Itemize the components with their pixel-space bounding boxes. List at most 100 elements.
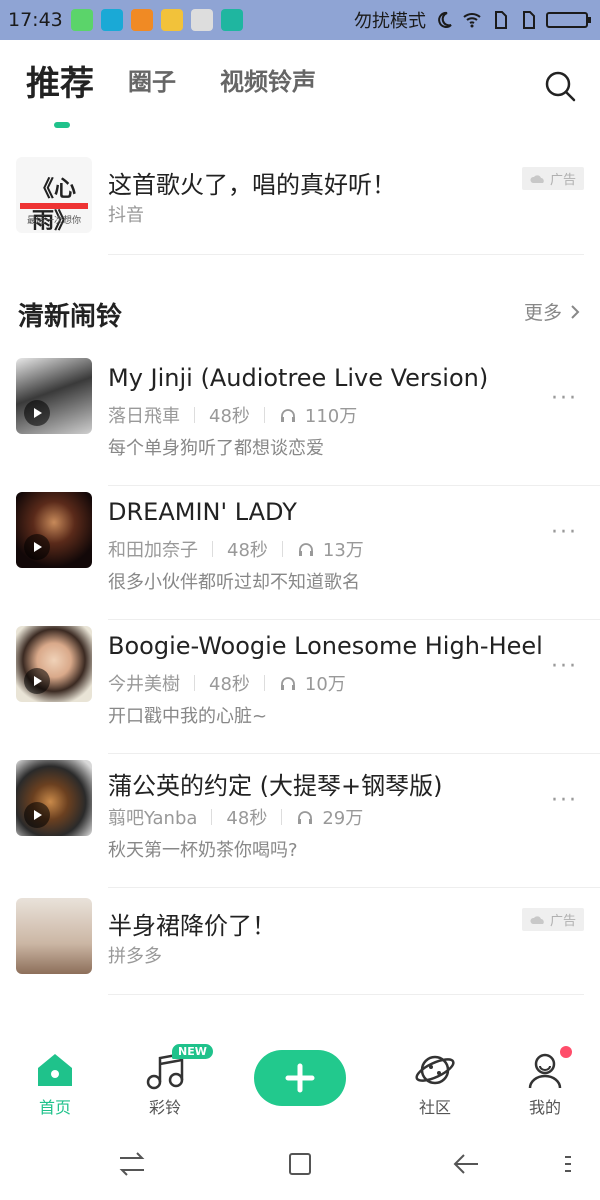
ad-source: 拼多多 bbox=[108, 946, 162, 967]
song-cover[interactable] bbox=[16, 492, 92, 568]
usb-icon bbox=[220, 9, 243, 31]
ad-thumbnail: 《心雨》 最后一次想你 bbox=[16, 157, 92, 233]
ad-thumb-stripe bbox=[20, 203, 88, 209]
play-icon[interactable] bbox=[24, 400, 50, 426]
nav-home[interactable]: 首页 bbox=[10, 1036, 100, 1118]
song-item[interactable]: DREAMIN' LADY 和田加奈子 48秒 13万 很多小伙伴都听过却不知道… bbox=[0, 486, 600, 620]
meta-separator bbox=[263, 675, 265, 691]
divider bbox=[108, 994, 584, 995]
nav-mine[interactable]: 我的 bbox=[500, 1036, 590, 1118]
play-icon[interactable] bbox=[24, 534, 50, 560]
warning-icon bbox=[130, 9, 153, 31]
dnd-mode-text: 勿扰模式 bbox=[354, 11, 426, 32]
ad-badge: 广告 bbox=[521, 908, 584, 931]
song-cover[interactable] bbox=[16, 626, 92, 702]
divider bbox=[108, 254, 584, 255]
ad-title: 这首歌火了，唱的真好听！ bbox=[108, 171, 396, 199]
song-description: 很多小伙伴都听过却不知道歌名 bbox=[108, 572, 360, 593]
system-nav-bar bbox=[0, 1128, 600, 1200]
meta-separator bbox=[194, 407, 195, 423]
play-icon[interactable] bbox=[24, 802, 50, 828]
sim2-icon bbox=[523, 11, 535, 29]
status-app-icons bbox=[70, 9, 243, 31]
more-label: 更多 bbox=[523, 302, 562, 324]
headphones-icon bbox=[298, 543, 313, 556]
song-title: 蒲公英的约定 (大提琴+钢琴版) bbox=[108, 772, 443, 800]
status-bar: 17:43 勿扰模式 bbox=[0, 0, 600, 40]
headphones-icon bbox=[280, 409, 295, 422]
song-artist: 翦吧Yanba bbox=[108, 808, 198, 829]
user-icon bbox=[528, 1053, 562, 1089]
song-title: DREAMIN' LADY bbox=[108, 498, 297, 526]
more-options-icon[interactable]: ··· bbox=[551, 520, 578, 545]
android-app-icon bbox=[70, 9, 93, 31]
tab-video-ringtone[interactable]: 视频铃声 bbox=[220, 62, 316, 97]
ad-item-douyin[interactable]: 《心雨》 最后一次想你 这首歌火了，唱的真好听！ 抖音 广告 bbox=[0, 145, 600, 245]
song-description: 开口戳中我的心脏~ bbox=[108, 706, 268, 727]
song-cover[interactable] bbox=[16, 358, 92, 434]
ad-item-pinduoduo[interactable]: 半身裙降价了！ 拼多多 广告 bbox=[0, 886, 600, 986]
song-item[interactable]: Boogie-Woogie Lonesome High-Heel 今井美樹 48… bbox=[0, 620, 600, 754]
song-duration: 48秒 bbox=[209, 674, 250, 695]
search-icon[interactable] bbox=[542, 68, 578, 104]
song-plays: 10万 bbox=[304, 674, 346, 695]
song-plays: 110万 bbox=[304, 406, 358, 427]
song-meta: 今井美樹 48秒 10万 bbox=[108, 670, 346, 696]
ad-badge: 广告 bbox=[521, 167, 584, 190]
new-badge: NEW bbox=[172, 1044, 213, 1059]
headphones-icon bbox=[280, 677, 295, 690]
meta-separator bbox=[263, 407, 265, 423]
ad-badge-label: 广告 bbox=[549, 173, 576, 188]
song-meta: 落日飛車 48秒 110万 bbox=[108, 402, 357, 428]
nav-ringtone-label: 彩铃 bbox=[148, 1098, 181, 1117]
song-description: 每个单身狗听了都想谈恋爱 bbox=[108, 438, 324, 459]
ad-thumb-subtitle: 最后一次想你 bbox=[26, 216, 81, 226]
nav-community[interactable]: 社区 bbox=[390, 1036, 480, 1118]
top-tab-bar: 推荐 圈子 视频铃声 bbox=[0, 40, 600, 134]
home-square-icon[interactable] bbox=[282, 1146, 318, 1182]
ad-title: 半身裙降价了！ bbox=[108, 912, 276, 940]
ad-badge-label: 广告 bbox=[549, 914, 576, 929]
play-icon[interactable] bbox=[24, 668, 50, 694]
notification-dot bbox=[560, 1046, 572, 1058]
more-options-icon[interactable]: ··· bbox=[551, 386, 578, 411]
meta-separator bbox=[281, 541, 283, 557]
more-options-icon[interactable]: ··· bbox=[551, 654, 578, 679]
bottom-nav: 首页 彩铃 NEW 社区 我的 bbox=[0, 1036, 600, 1128]
song-title: Boogie-Woogie Lonesome High-Heel bbox=[108, 632, 543, 660]
planet-icon bbox=[415, 1055, 455, 1085]
more-options-icon[interactable]: ··· bbox=[551, 788, 578, 813]
plus-icon bbox=[285, 1063, 315, 1093]
song-duration: 48秒 bbox=[226, 808, 268, 829]
meta-separator bbox=[194, 675, 195, 691]
menu-dots-icon[interactable] bbox=[550, 1146, 586, 1182]
tab-circle[interactable]: 圈子 bbox=[128, 62, 176, 97]
home-icon bbox=[38, 1054, 72, 1086]
back-arrow-icon[interactable] bbox=[448, 1146, 484, 1182]
ad-source: 抖音 bbox=[108, 205, 144, 226]
status-time: 17:43 bbox=[8, 9, 63, 31]
song-cover[interactable] bbox=[16, 760, 92, 836]
song-description: 秋天第一杯奶茶你喝吗? bbox=[108, 840, 298, 861]
headphones-icon bbox=[298, 811, 313, 824]
sync-app-icon bbox=[100, 9, 123, 31]
meta-separator bbox=[281, 809, 283, 825]
song-plays: 13万 bbox=[322, 540, 364, 561]
nav-ringtone[interactable]: 彩铃 NEW bbox=[120, 1036, 213, 1118]
song-item[interactable]: 蒲公英的约定 (大提琴+钢琴版) 翦吧Yanba 48秒 29万 秋天第一杯奶茶… bbox=[0, 754, 600, 888]
nav-home-label: 首页 bbox=[38, 1098, 71, 1117]
battery-icon bbox=[546, 12, 591, 28]
song-meta: 翦吧Yanba 48秒 29万 bbox=[108, 804, 363, 830]
song-item[interactable]: My Jinji (Audiotree Live Version) 落日飛車 4… bbox=[0, 352, 600, 486]
moon-icon bbox=[438, 11, 452, 28]
meta-separator bbox=[212, 541, 213, 557]
create-button[interactable] bbox=[254, 1050, 346, 1106]
song-artist: 落日飛車 bbox=[108, 406, 180, 427]
song-plays: 29万 bbox=[322, 808, 364, 829]
ad-thumbnail bbox=[16, 898, 92, 974]
cloud-icon bbox=[530, 174, 544, 183]
switch-apps-icon[interactable] bbox=[114, 1146, 150, 1182]
tab-recommend[interactable]: 推荐 bbox=[26, 56, 94, 105]
more-link[interactable]: 更多 bbox=[524, 298, 580, 325]
song-duration: 48秒 bbox=[209, 406, 250, 427]
